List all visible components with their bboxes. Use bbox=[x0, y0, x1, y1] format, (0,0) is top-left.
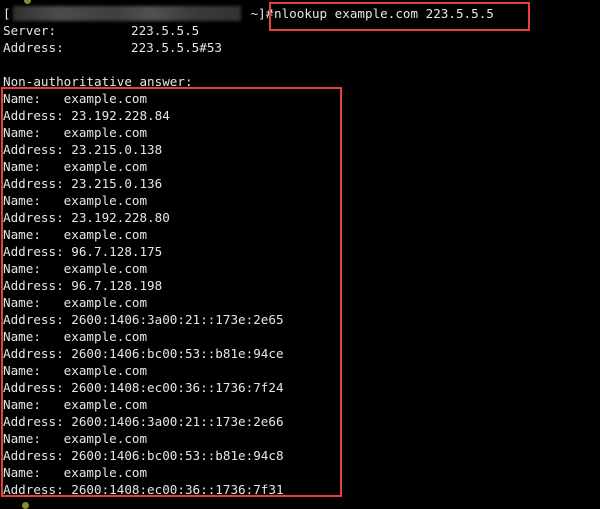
command-highlight-box bbox=[269, 2, 530, 31]
server-address-label: Address: bbox=[3, 40, 64, 55]
cursor-dot-top bbox=[24, 0, 31, 4]
answers-highlight-box bbox=[1, 87, 342, 497]
terminal-window[interactable]: [ ~]# nlookup example.com 223.5.5.5 Serv… bbox=[0, 0, 600, 509]
redacted-hostname bbox=[13, 6, 241, 21]
server-address-line: Address: 223.5.5.5#53 bbox=[3, 39, 222, 56]
server-value: 223.5.5.5 bbox=[131, 23, 200, 38]
server-address-value: 223.5.5.5#53 bbox=[131, 40, 222, 55]
prompt-open-bracket: [ bbox=[3, 6, 11, 21]
server-line: Server: 223.5.5.5 bbox=[3, 22, 199, 39]
server-label: Server: bbox=[3, 23, 57, 38]
